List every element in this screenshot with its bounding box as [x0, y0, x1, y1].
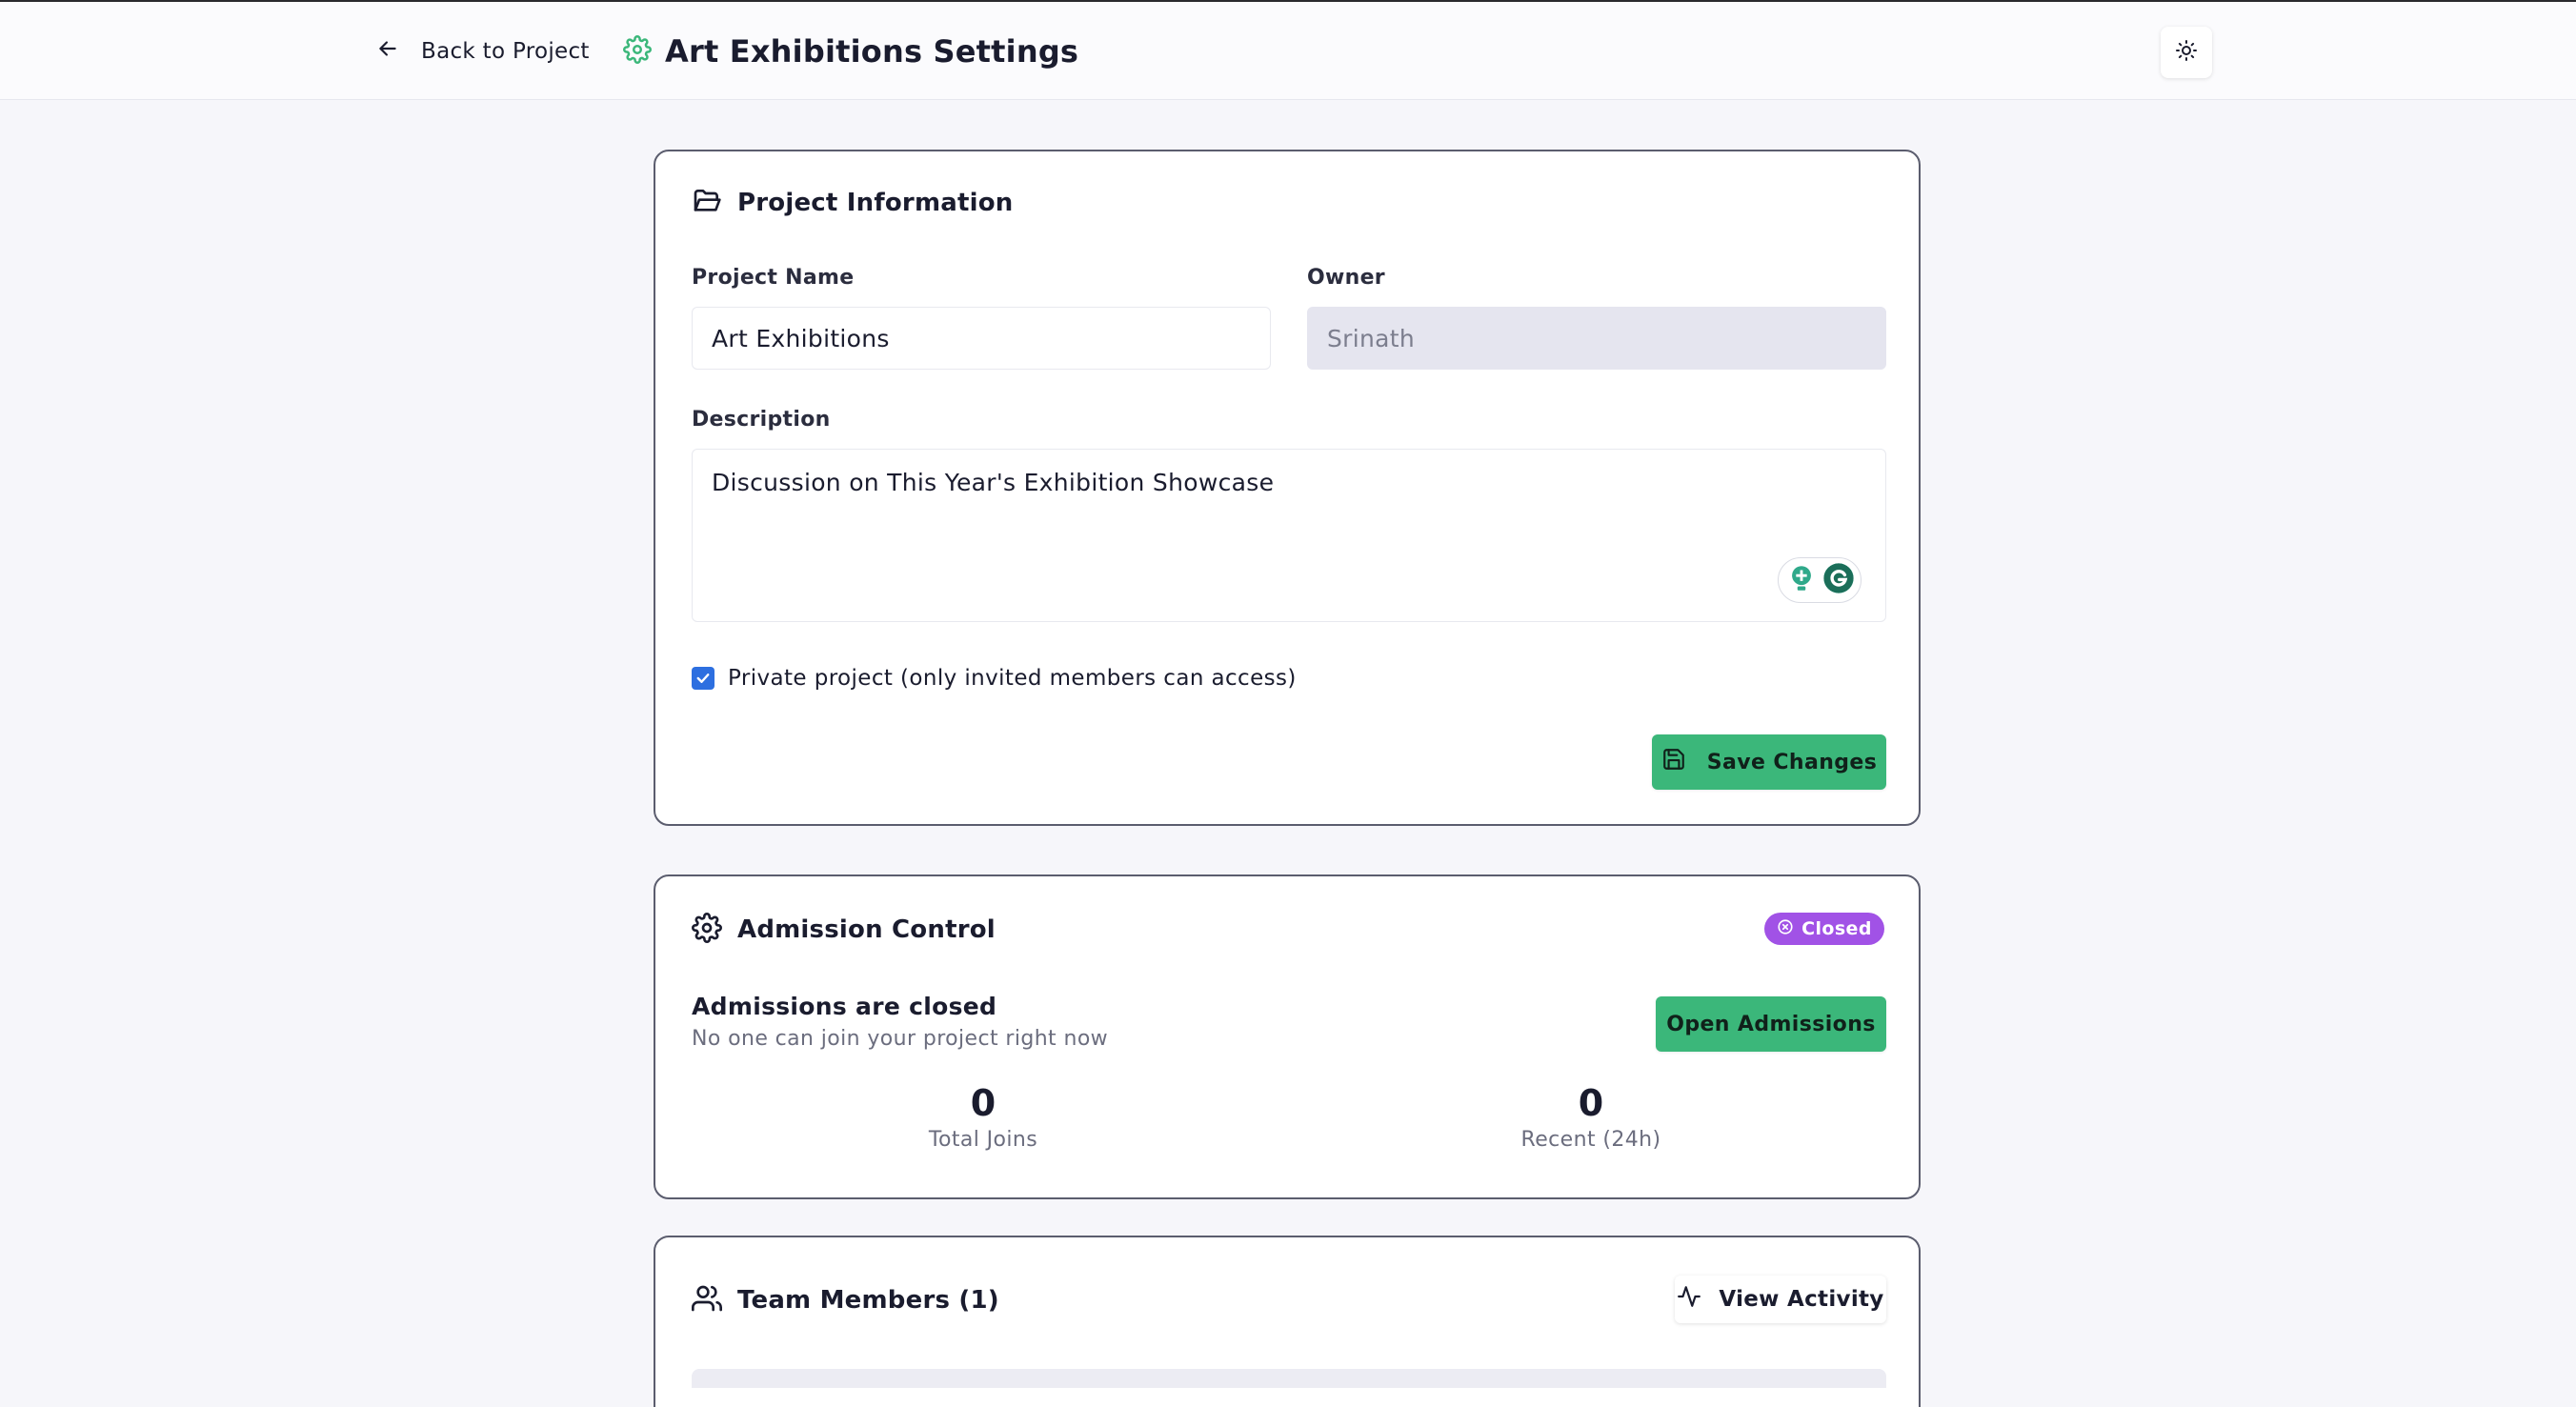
project-name-label: Project Name [692, 266, 855, 290]
users-icon [692, 1283, 722, 1317]
view-activity-label: View Activity [1719, 1287, 1884, 1312]
member-list-row [692, 1369, 1886, 1388]
page-title-group: Art Exhibitions Settings [623, 27, 1078, 76]
open-admissions-label: Open Admissions [1666, 1012, 1876, 1036]
top-header: Back to Project Art Exhibitions Settings [0, 2, 2576, 100]
owner-field [1307, 307, 1886, 370]
card-header: Project Information [692, 186, 1014, 220]
stat-recent-joins: 0 Recent (24h) [1448, 1082, 1734, 1152]
back-label: Back to Project [421, 39, 590, 64]
card-header: Team Members (1) [692, 1283, 999, 1317]
card-title: Team Members (1) [737, 1286, 999, 1315]
save-icon [1661, 747, 1686, 777]
project-name-input[interactable] [692, 307, 1271, 370]
description-label: Description [692, 408, 831, 432]
save-changes-button[interactable]: Save Changes [1652, 734, 1886, 790]
activity-icon [1677, 1284, 1701, 1315]
admission-control-card: Admission Control Closed Admissions are … [654, 874, 1921, 1199]
private-project-row: Private project (only invited members ca… [692, 666, 1297, 691]
owner-label: Owner [1307, 266, 1385, 290]
sun-icon [2175, 39, 2198, 66]
team-members-card: Team Members (1) View Activity [654, 1236, 1921, 1407]
card-title: Project Information [737, 189, 1014, 217]
stat-total-joins: 0 Total Joins [840, 1082, 1126, 1152]
grammarly-icon [1822, 562, 1855, 598]
open-admissions-button[interactable]: Open Admissions [1656, 996, 1886, 1052]
stat-value: 0 [1578, 1082, 1604, 1124]
folder-open-icon [692, 186, 722, 220]
status-badge: Closed [1764, 913, 1884, 945]
description-textarea[interactable]: Discussion on This Year's Exhibition Sho… [692, 449, 1886, 622]
back-to-project-link[interactable]: Back to Project [375, 32, 590, 70]
save-changes-label: Save Changes [1706, 750, 1878, 774]
gear-icon [692, 913, 722, 947]
lightbulb-icon [1785, 562, 1818, 598]
card-title: Admission Control [737, 915, 996, 944]
stat-label: Recent (24h) [1520, 1128, 1661, 1152]
project-information-card: Project Information Project Name Owner D… [654, 150, 1921, 826]
admission-status-subtitle: No one can join your project right now [692, 1027, 1109, 1051]
status-badge-label: Closed [1801, 918, 1872, 939]
theme-toggle-button[interactable] [2161, 27, 2212, 78]
admission-status-title: Admissions are closed [692, 993, 997, 1020]
view-activity-button[interactable]: View Activity [1675, 1276, 1886, 1323]
grammarly-widget[interactable] [1778, 557, 1862, 603]
stat-value: 0 [970, 1082, 996, 1124]
private-project-checkbox[interactable] [692, 667, 714, 690]
arrow-left-icon [375, 36, 400, 67]
stat-label: Total Joins [928, 1128, 1038, 1152]
page-title: Art Exhibitions Settings [665, 33, 1079, 70]
private-project-label: Private project (only invited members ca… [728, 666, 1297, 691]
x-circle-icon [1777, 918, 1794, 940]
gear-icon [623, 35, 652, 68]
card-header: Admission Control [692, 913, 996, 947]
